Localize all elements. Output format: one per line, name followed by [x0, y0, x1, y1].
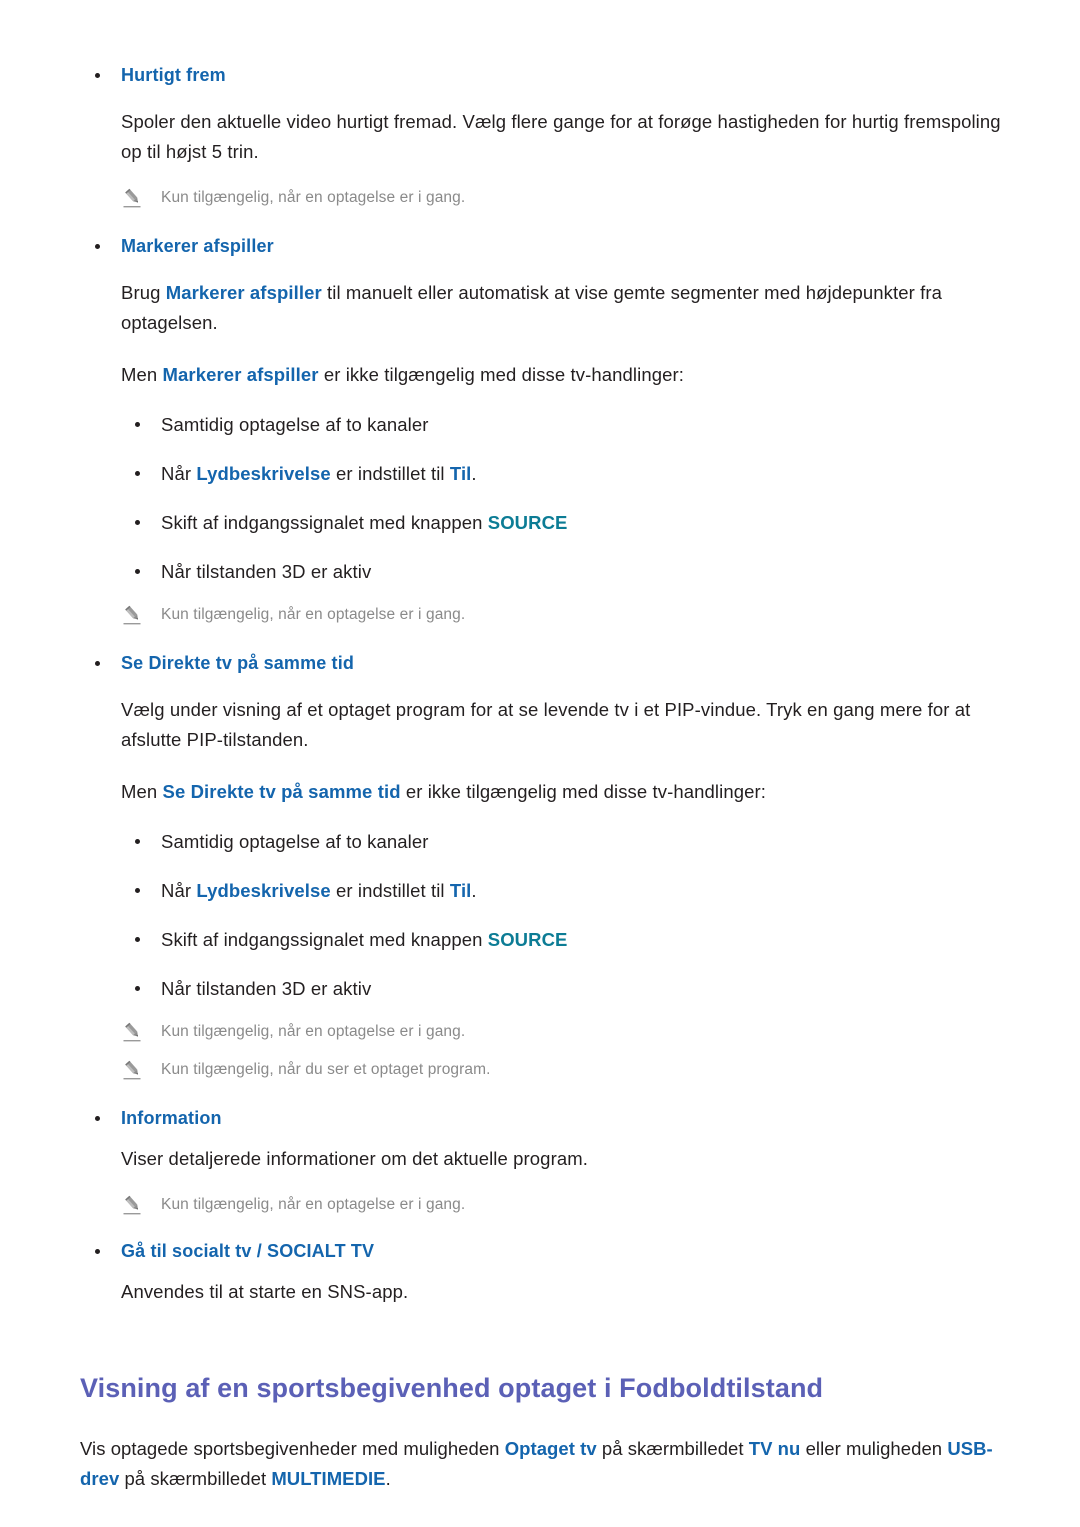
text-fragment: er ikke tilgængelig med disse tv-handlin… [400, 781, 767, 802]
list-item: Når Lydbeskrivelse er indstillet til Til… [78, 877, 1020, 905]
text-fragment: Men [121, 364, 163, 385]
inline-term-lydbeskrivelse: Lydbeskrivelse [196, 463, 331, 484]
text-fragment: Skift af indgangssignalet med knappen [161, 512, 488, 533]
body-hurtigt-frem: Spoler den aktuelle video hurtigt fremad… [78, 107, 1020, 167]
restriction-list-se-direkte: Samtidig optagelse af to kanaler Når Lyd… [78, 828, 1020, 1003]
note-text: Kun tilgængelig, når en optagelse er i g… [161, 189, 466, 206]
list-item: Når Lydbeskrivelse er indstillet til Til… [78, 460, 1020, 488]
inline-term-multimedie: MULTIMEDIE [271, 1468, 386, 1489]
text-fragment: Vis optagede sportsbegivenheder med muli… [80, 1438, 505, 1459]
list-item: Når tilstanden 3D er aktiv [78, 975, 1020, 1003]
text-fragment: Når [161, 463, 197, 484]
term-item-information: Information [78, 1105, 1020, 1131]
text-fragment: på skærmbilledet [119, 1468, 272, 1489]
list-item: Samtidig optagelse af to kanaler [78, 411, 1020, 439]
note-text: Kun tilgængelig, når du ser et optaget p… [161, 1061, 491, 1078]
term-label: Hurtigt frem [121, 65, 226, 85]
list-item: Skift af indgangssignalet med knappen SO… [78, 926, 1020, 954]
bullet-dot-icon [135, 520, 140, 525]
paragraph: Vælg under visning af et optaget program… [121, 699, 971, 750]
bullet-dot-icon [135, 986, 140, 991]
text-fragment: Brug [121, 282, 166, 303]
inline-term-se-direkte-tv: Se Direkte tv på samme tid [162, 781, 401, 802]
list-item: Skift af indgangssignalet med knappen SO… [78, 509, 1020, 537]
inline-term-til: Til [449, 463, 472, 484]
text-fragment: Skift af indgangssignalet med knappen [161, 929, 488, 950]
inline-term-source: SOURCE [487, 929, 568, 950]
bullet-dot-icon [95, 73, 100, 78]
term-label: Markerer afspiller [121, 236, 274, 256]
text-fragment: Når [161, 880, 197, 901]
text-fragment: er ikke tilgængelig med disse tv-handlin… [318, 364, 685, 385]
list-item-label: Når tilstanden 3D er aktiv [161, 561, 372, 582]
note-row: Kun tilgængelig, når du ser et optaget p… [78, 1059, 1020, 1081]
body-se-direkte-tv: Vælg under visning af et optaget program… [78, 695, 1020, 807]
term-item-hurtigt-frem: Hurtigt frem [78, 62, 1020, 88]
intro-paragraph: Vis optagede sportsbegivenheder med muli… [80, 1434, 1020, 1494]
inline-term-tv-nu: TV nu [748, 1438, 801, 1459]
text-fragment: . [471, 880, 477, 901]
bullet-dot-icon [95, 1116, 100, 1121]
note-row: Kun tilgængelig, når en optagelse er i g… [78, 1194, 1020, 1216]
pencil-icon [122, 1022, 144, 1042]
note-text: Kun tilgængelig, når en optagelse er i g… [161, 1023, 466, 1040]
list-item-label: Når tilstanden 3D er aktiv [161, 978, 372, 999]
note-text: Kun tilgængelig, når en optagelse er i g… [161, 1196, 466, 1213]
note-row: Kun tilgængelig, når en optagelse er i g… [78, 187, 1020, 209]
list-item-label: Samtidig optagelse af to kanaler [161, 414, 429, 435]
term-item-se-direkte-tv: Se Direkte tv på samme tid [78, 650, 1020, 676]
paragraph: Men Se Direkte tv på samme tid er ikke t… [121, 777, 1020, 807]
text-fragment: er indstillet til [330, 463, 450, 484]
paragraph: Viser detaljerede informationer om det a… [121, 1148, 588, 1169]
list-item: Samtidig optagelse af to kanaler [78, 828, 1020, 856]
body-markerer-afspiller: Brug Markerer afspiller til manuelt elle… [78, 278, 1020, 390]
text-fragment: er indstillet til [330, 880, 450, 901]
list-item-label: Samtidig optagelse af to kanaler [161, 831, 429, 852]
restriction-list-markerer: Samtidig optagelse af to kanaler Når Lyd… [78, 411, 1020, 586]
bullet-dot-icon [135, 888, 140, 893]
bullet-dot-icon [95, 1249, 100, 1254]
inline-term-source: SOURCE [487, 512, 568, 533]
text-fragment: Men [121, 781, 163, 802]
inline-term-markerer-afspiller: Markerer afspiller [162, 364, 319, 385]
text-fragment: på skærmbilledet [596, 1438, 749, 1459]
term-label: Information [121, 1108, 222, 1128]
pencil-icon [122, 188, 144, 208]
pencil-icon [122, 605, 144, 625]
term-item-ga-til-socialt-tv: Gå til socialt tv / SOCIALT TV [78, 1238, 1020, 1264]
bullet-dot-icon [95, 661, 100, 666]
bullet-dot-icon [135, 471, 140, 476]
bullet-dot-icon [95, 244, 100, 249]
term-label: Se Direkte tv på samme tid [121, 653, 354, 673]
inline-term-til: Til [449, 880, 472, 901]
document-page: Hurtigt frem Spoler den aktuelle video h… [0, 0, 1080, 1527]
paragraph: Anvendes til at starte en SNS-app. [121, 1281, 409, 1302]
inline-term-optaget-tv: Optaget tv [504, 1438, 597, 1459]
paragraph: Spoler den aktuelle video hurtigt fremad… [121, 111, 1001, 162]
bullet-dot-icon [135, 937, 140, 942]
text-fragment: . [471, 463, 477, 484]
term-label: Gå til socialt tv / SOCIALT TV [121, 1241, 375, 1261]
pencil-icon [122, 1195, 144, 1215]
page-title: Visning af en sportsbegivenhed optaget i… [80, 1373, 824, 1403]
body-information: Viser detaljerede informationer om det a… [78, 1144, 1020, 1174]
pencil-icon [122, 1060, 144, 1080]
bullet-dot-icon [135, 422, 140, 427]
inline-term-markerer-afspiller: Markerer afspiller [165, 282, 322, 303]
note-row: Kun tilgængelig, når en optagelse er i g… [78, 1021, 1020, 1043]
bullet-dot-icon [135, 839, 140, 844]
text-fragment: eller muligheden [800, 1438, 948, 1459]
note-text: Kun tilgængelig, når en optagelse er i g… [161, 606, 466, 623]
bullet-dot-icon [135, 569, 140, 574]
text-fragment: . [385, 1468, 391, 1489]
list-item: Når tilstanden 3D er aktiv [78, 558, 1020, 586]
paragraph: Men Markerer afspiller er ikke tilgængel… [121, 360, 1020, 390]
note-row: Kun tilgængelig, når en optagelse er i g… [78, 604, 1020, 626]
body-ga-til-socialt-tv: Anvendes til at starte en SNS-app. [78, 1277, 1020, 1307]
paragraph: Brug Markerer afspiller til manuelt elle… [121, 278, 1020, 338]
inline-term-lydbeskrivelse: Lydbeskrivelse [196, 880, 331, 901]
term-item-markerer-afspiller: Markerer afspiller [78, 233, 1020, 259]
